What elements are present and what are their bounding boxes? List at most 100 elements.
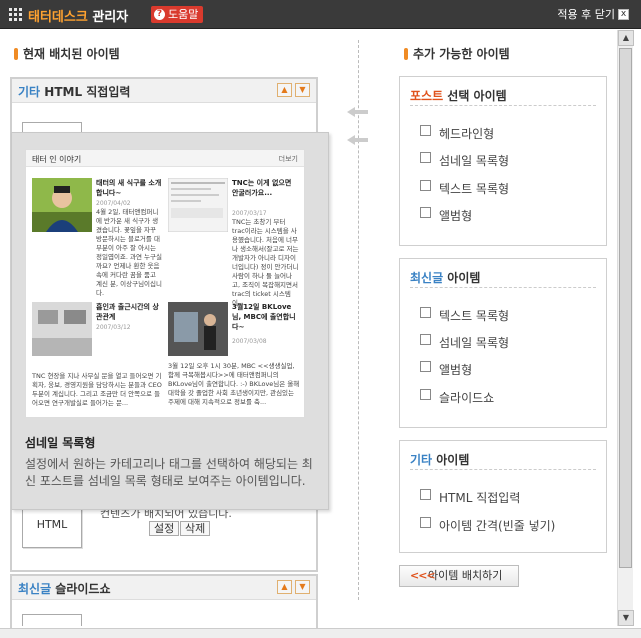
move-down-icon[interactable]: ▼ [295, 580, 310, 594]
place-items-button[interactable]: <<< 아이템 배치하기 [399, 565, 519, 587]
apply-close-button[interactable]: 적용 후 닫기 x [557, 6, 629, 22]
preview-more-link: 더보기 [278, 155, 298, 163]
app-title-brand: 태터데스크 [28, 10, 88, 25]
preview-item-title: 섬네일 목록형 [25, 436, 96, 450]
placed-item-category: 기타 [18, 85, 41, 99]
scroll-thumb[interactable] [619, 48, 632, 568]
post-date: 2007/03/08 [232, 338, 267, 345]
post-body: 3월 12일 오후 1시 30분, MBC <<생생실업, 함께 극복해봅시다>… [168, 362, 300, 406]
option-label: HTML 직접입력 [439, 491, 521, 505]
available-items-heading: 추가 가능한 아이템 [404, 45, 510, 62]
move-down-icon[interactable]: ▼ [295, 83, 310, 97]
group-heading: 포스트 선택 아이템 [410, 87, 507, 104]
option-text-list[interactable]: 텍스트 목록형 [420, 180, 509, 197]
post-photo [32, 302, 92, 356]
group-category: 기타 [410, 453, 433, 467]
option-text-list[interactable]: 텍스트 목록형 [420, 307, 509, 324]
option-label: 섬네일 목록형 [439, 336, 510, 350]
preview-post: 3월12일 BKLove님, MBC에 출연합니다~ 2007/03/08 3월… [168, 302, 300, 422]
option-spacer[interactable]: 아이템 간격(빈줄 넣기) [420, 517, 555, 534]
preview-header-title: 태터 인 이야기 [32, 155, 82, 164]
group-etc: 기타 아이템 HTML 직접입력 아이템 간격(빈줄 넣기) [399, 440, 607, 553]
option-headline[interactable]: 헤드라인형 [420, 125, 494, 142]
group-suffix: 선택 아이템 [443, 89, 507, 103]
checkbox[interactable] [420, 207, 431, 218]
title-bar: 태터데스크 관리자 ? 도움말 적용 후 닫기 x [0, 0, 641, 29]
group-category: 최신글 [410, 271, 444, 285]
scroll-up-icon[interactable]: ▲ [618, 30, 634, 46]
heading-marker [404, 47, 408, 60]
preview-post: 흡인과 출근시간의 상관관계 2007/03/12 TNC 현장을 지나 사무실… [32, 302, 164, 422]
checkbox[interactable] [420, 389, 431, 400]
checkbox[interactable] [420, 125, 431, 136]
window-bottom-edge [0, 628, 641, 638]
scroll-down-icon[interactable]: ▼ [618, 610, 634, 626]
group-latest: 최신글 아이템 텍스트 목록형 섬네일 목록형 앨범형 슬라이드쇼 [399, 258, 607, 428]
post-photo [32, 178, 92, 232]
arrow-left-icon [347, 107, 369, 117]
help-label: 도움말 [168, 8, 199, 21]
post-title: 흡인과 출근시간의 상관관계 [96, 303, 159, 321]
group-heading: 기타 아이템 [410, 451, 469, 468]
option-slideshow[interactable]: 슬라이드쇼 [420, 389, 494, 406]
placed-item-name: HTML 직접입력 [40, 85, 131, 99]
post-title: 태터의 새 식구를 소개합니다~ [96, 179, 162, 197]
move-buttons: ▲ ▼ [277, 580, 310, 594]
placed-item-name: 슬라이드쇼 [51, 582, 111, 596]
help-button[interactable]: ? 도움말 [151, 6, 204, 23]
close-icon: x [618, 8, 629, 20]
app-title: 태터데스크 관리자 [28, 6, 128, 25]
heading-marker [14, 47, 18, 60]
group-suffix: 아이템 [432, 453, 470, 467]
post-date: 2007/04/02 [96, 200, 131, 207]
placed-item-header: 기타 HTML 직접입력 ▲ ▼ [12, 79, 316, 103]
group-post-select: 포스트 선택 아이템 헤드라인형 섬네일 목록형 텍스트 목록형 앨범형 [399, 76, 607, 246]
post-title: 3월12일 BKLove님, MBC에 출연합니다~ [232, 303, 296, 331]
checkbox[interactable] [420, 180, 431, 191]
chevrons-left-icon: <<< [410, 569, 436, 582]
group-category: 포스트 [410, 89, 444, 103]
option-label: 슬라이드쇼 [439, 391, 495, 405]
post-body: 4월 2일, 태터앤컴퍼니에 반가운 새 식구가 생겼습니다. 꽃잎을 자꾸 방… [96, 208, 162, 297]
post-body: TNC는 초창기 부터 trac이라는 시스템을 사용헀습니다. 처음에 너무나… [232, 218, 299, 307]
available-items-heading-text: 추가 가능한 아이템 [413, 47, 510, 61]
option-album[interactable]: 앨범형 [420, 207, 472, 224]
group-heading: 최신글 아이템 [410, 269, 480, 286]
checkbox[interactable] [420, 517, 431, 528]
app-grid-icon [9, 8, 22, 21]
option-label: 텍스트 목록형 [439, 182, 510, 196]
placed-item-category: 최신글 [18, 582, 52, 596]
edit-button[interactable]: 설정 [149, 521, 180, 536]
place-items-label: 아이템 배치하기 [428, 569, 503, 582]
post-title: TNC는 이게 없으면 안굴러가요... [232, 179, 292, 197]
current-items-heading: 현재 배치된 아이템 [14, 45, 120, 62]
preview-item-description: 설정에서 원하는 카테고리나 태그를 선택하여 해당되는 최신 포스트를 섬네일… [25, 457, 313, 488]
preview-header: 태터 인 이야기 더보기 [26, 150, 304, 167]
vertical-scrollbar[interactable]: ▲ ▼ [617, 30, 634, 626]
checkbox[interactable] [420, 361, 431, 372]
option-album[interactable]: 앨범형 [420, 361, 472, 378]
option-label: 앨범형 [439, 363, 473, 377]
item-preview-tooltip: 태터 인 이야기 더보기 태터의 새 식구를 소개합니다~ 2007/04/02… [11, 132, 329, 510]
option-thumbnail-list[interactable]: 섬네일 목록형 [420, 152, 509, 169]
current-items-heading-text: 현재 배치된 아이템 [23, 47, 120, 61]
placed-item-header: 최신글 슬라이드쇼 ▲ ▼ [12, 576, 316, 600]
checkbox[interactable] [420, 489, 431, 500]
move-up-icon[interactable]: ▲ [277, 580, 292, 594]
checkbox[interactable] [420, 307, 431, 318]
preview-post: TNC는 이게 없으면 안굴러가요... 2007/03/17 TNC는 초창기… [168, 178, 300, 307]
help-icon: ? [154, 9, 165, 20]
delete-button[interactable]: 삭제 [180, 521, 211, 536]
thumbnail-list-preview: 태터 인 이야기 더보기 태터의 새 식구를 소개합니다~ 2007/04/02… [25, 149, 305, 418]
checkbox[interactable] [420, 334, 431, 345]
option-label: 아이템 간격(빈줄 넣기) [439, 519, 556, 533]
option-label: 섬네일 목록형 [439, 154, 510, 168]
option-html-input[interactable]: HTML 직접입력 [420, 489, 520, 506]
option-label: 텍스트 목록형 [439, 309, 510, 323]
group-divider [410, 469, 596, 470]
checkbox[interactable] [420, 152, 431, 163]
apply-close-label: 적용 후 닫기 [557, 8, 615, 21]
move-up-icon[interactable]: ▲ [277, 83, 292, 97]
thumbnail-stub [22, 614, 82, 626]
option-thumbnail-list[interactable]: 섬네일 목록형 [420, 334, 509, 351]
